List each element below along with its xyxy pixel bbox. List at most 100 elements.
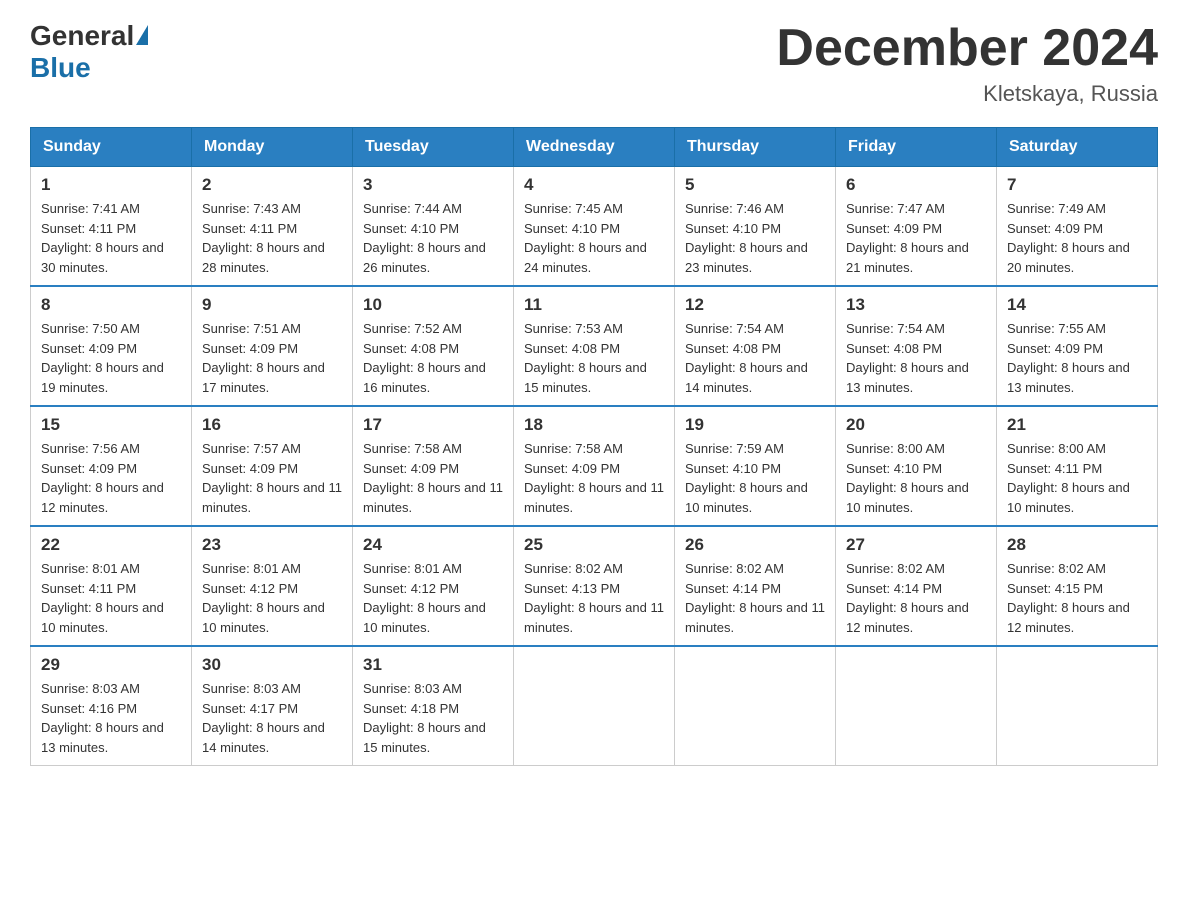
table-row: 1 Sunrise: 7:41 AM Sunset: 4:11 PM Dayli… xyxy=(31,167,192,287)
table-row: 14 Sunrise: 7:55 AM Sunset: 4:09 PM Dayl… xyxy=(997,286,1158,406)
logo-general-text: General xyxy=(30,20,134,52)
day-number: 29 xyxy=(41,655,181,675)
title-section: December 2024 Kletskaya, Russia xyxy=(776,20,1158,107)
calendar-week-row: 29 Sunrise: 8:03 AM Sunset: 4:16 PM Dayl… xyxy=(31,646,1158,766)
col-header-friday: Friday xyxy=(836,128,997,167)
day-info: Sunrise: 7:54 AM Sunset: 4:08 PM Dayligh… xyxy=(846,319,986,397)
col-header-saturday: Saturday xyxy=(997,128,1158,167)
table-row: 22 Sunrise: 8:01 AM Sunset: 4:11 PM Dayl… xyxy=(31,526,192,646)
day-number: 18 xyxy=(524,415,664,435)
table-row: 13 Sunrise: 7:54 AM Sunset: 4:08 PM Dayl… xyxy=(836,286,997,406)
day-info: Sunrise: 7:49 AM Sunset: 4:09 PM Dayligh… xyxy=(1007,199,1147,277)
logo: General Blue xyxy=(30,20,148,84)
col-header-wednesday: Wednesday xyxy=(514,128,675,167)
table-row: 12 Sunrise: 7:54 AM Sunset: 4:08 PM Dayl… xyxy=(675,286,836,406)
day-info: Sunrise: 8:01 AM Sunset: 4:12 PM Dayligh… xyxy=(202,559,342,637)
day-info: Sunrise: 7:59 AM Sunset: 4:10 PM Dayligh… xyxy=(685,439,825,517)
day-info: Sunrise: 8:02 AM Sunset: 4:14 PM Dayligh… xyxy=(685,559,825,637)
table-row: 31 Sunrise: 8:03 AM Sunset: 4:18 PM Dayl… xyxy=(353,646,514,766)
day-info: Sunrise: 7:57 AM Sunset: 4:09 PM Dayligh… xyxy=(202,439,342,517)
day-info: Sunrise: 8:03 AM Sunset: 4:17 PM Dayligh… xyxy=(202,679,342,757)
table-row xyxy=(997,646,1158,766)
table-row: 10 Sunrise: 7:52 AM Sunset: 4:08 PM Dayl… xyxy=(353,286,514,406)
table-row: 7 Sunrise: 7:49 AM Sunset: 4:09 PM Dayli… xyxy=(997,167,1158,287)
table-row xyxy=(675,646,836,766)
day-number: 9 xyxy=(202,295,342,315)
day-number: 17 xyxy=(363,415,503,435)
day-info: Sunrise: 8:02 AM Sunset: 4:13 PM Dayligh… xyxy=(524,559,664,637)
table-row: 29 Sunrise: 8:03 AM Sunset: 4:16 PM Dayl… xyxy=(31,646,192,766)
calendar-week-row: 22 Sunrise: 8:01 AM Sunset: 4:11 PM Dayl… xyxy=(31,526,1158,646)
day-info: Sunrise: 7:52 AM Sunset: 4:08 PM Dayligh… xyxy=(363,319,503,397)
day-info: Sunrise: 7:56 AM Sunset: 4:09 PM Dayligh… xyxy=(41,439,181,517)
table-row: 24 Sunrise: 8:01 AM Sunset: 4:12 PM Dayl… xyxy=(353,526,514,646)
day-number: 6 xyxy=(846,175,986,195)
day-info: Sunrise: 8:03 AM Sunset: 4:16 PM Dayligh… xyxy=(41,679,181,757)
day-number: 2 xyxy=(202,175,342,195)
month-title: December 2024 xyxy=(776,20,1158,77)
day-number: 3 xyxy=(363,175,503,195)
day-number: 15 xyxy=(41,415,181,435)
day-number: 25 xyxy=(524,535,664,555)
day-info: Sunrise: 8:01 AM Sunset: 4:11 PM Dayligh… xyxy=(41,559,181,637)
logo-triangle-icon xyxy=(136,25,148,45)
day-number: 30 xyxy=(202,655,342,675)
day-number: 24 xyxy=(363,535,503,555)
table-row: 23 Sunrise: 8:01 AM Sunset: 4:12 PM Dayl… xyxy=(192,526,353,646)
table-row: 27 Sunrise: 8:02 AM Sunset: 4:14 PM Dayl… xyxy=(836,526,997,646)
day-number: 19 xyxy=(685,415,825,435)
day-number: 23 xyxy=(202,535,342,555)
table-row: 6 Sunrise: 7:47 AM Sunset: 4:09 PM Dayli… xyxy=(836,167,997,287)
day-number: 20 xyxy=(846,415,986,435)
table-row: 20 Sunrise: 8:00 AM Sunset: 4:10 PM Dayl… xyxy=(836,406,997,526)
day-info: Sunrise: 8:00 AM Sunset: 4:10 PM Dayligh… xyxy=(846,439,986,517)
table-row: 4 Sunrise: 7:45 AM Sunset: 4:10 PM Dayli… xyxy=(514,167,675,287)
table-row: 11 Sunrise: 7:53 AM Sunset: 4:08 PM Dayl… xyxy=(514,286,675,406)
day-info: Sunrise: 8:03 AM Sunset: 4:18 PM Dayligh… xyxy=(363,679,503,757)
day-number: 10 xyxy=(363,295,503,315)
table-row: 19 Sunrise: 7:59 AM Sunset: 4:10 PM Dayl… xyxy=(675,406,836,526)
table-row xyxy=(514,646,675,766)
col-header-monday: Monday xyxy=(192,128,353,167)
day-info: Sunrise: 7:47 AM Sunset: 4:09 PM Dayligh… xyxy=(846,199,986,277)
day-number: 13 xyxy=(846,295,986,315)
col-header-thursday: Thursday xyxy=(675,128,836,167)
table-row: 26 Sunrise: 8:02 AM Sunset: 4:14 PM Dayl… xyxy=(675,526,836,646)
table-row: 30 Sunrise: 8:03 AM Sunset: 4:17 PM Dayl… xyxy=(192,646,353,766)
table-row: 9 Sunrise: 7:51 AM Sunset: 4:09 PM Dayli… xyxy=(192,286,353,406)
day-info: Sunrise: 7:54 AM Sunset: 4:08 PM Dayligh… xyxy=(685,319,825,397)
location-title: Kletskaya, Russia xyxy=(776,81,1158,107)
day-info: Sunrise: 7:50 AM Sunset: 4:09 PM Dayligh… xyxy=(41,319,181,397)
day-number: 1 xyxy=(41,175,181,195)
day-number: 26 xyxy=(685,535,825,555)
day-number: 7 xyxy=(1007,175,1147,195)
day-number: 8 xyxy=(41,295,181,315)
calendar-header: SundayMondayTuesdayWednesdayThursdayFrid… xyxy=(31,128,1158,167)
day-info: Sunrise: 7:46 AM Sunset: 4:10 PM Dayligh… xyxy=(685,199,825,277)
day-number: 31 xyxy=(363,655,503,675)
calendar-week-row: 1 Sunrise: 7:41 AM Sunset: 4:11 PM Dayli… xyxy=(31,167,1158,287)
day-info: Sunrise: 7:51 AM Sunset: 4:09 PM Dayligh… xyxy=(202,319,342,397)
table-row: 16 Sunrise: 7:57 AM Sunset: 4:09 PM Dayl… xyxy=(192,406,353,526)
day-info: Sunrise: 7:55 AM Sunset: 4:09 PM Dayligh… xyxy=(1007,319,1147,397)
day-info: Sunrise: 8:02 AM Sunset: 4:15 PM Dayligh… xyxy=(1007,559,1147,637)
table-row xyxy=(836,646,997,766)
col-header-tuesday: Tuesday xyxy=(353,128,514,167)
calendar-table: SundayMondayTuesdayWednesdayThursdayFrid… xyxy=(30,127,1158,766)
page-header: General Blue December 2024 Kletskaya, Ru… xyxy=(30,20,1158,107)
day-number: 22 xyxy=(41,535,181,555)
day-info: Sunrise: 7:44 AM Sunset: 4:10 PM Dayligh… xyxy=(363,199,503,277)
col-header-sunday: Sunday xyxy=(31,128,192,167)
table-row: 21 Sunrise: 8:00 AM Sunset: 4:11 PM Dayl… xyxy=(997,406,1158,526)
day-number: 14 xyxy=(1007,295,1147,315)
table-row: 18 Sunrise: 7:58 AM Sunset: 4:09 PM Dayl… xyxy=(514,406,675,526)
table-row: 15 Sunrise: 7:56 AM Sunset: 4:09 PM Dayl… xyxy=(31,406,192,526)
table-row: 17 Sunrise: 7:58 AM Sunset: 4:09 PM Dayl… xyxy=(353,406,514,526)
table-row: 2 Sunrise: 7:43 AM Sunset: 4:11 PM Dayli… xyxy=(192,167,353,287)
day-info: Sunrise: 7:58 AM Sunset: 4:09 PM Dayligh… xyxy=(524,439,664,517)
calendar-week-row: 15 Sunrise: 7:56 AM Sunset: 4:09 PM Dayl… xyxy=(31,406,1158,526)
day-info: Sunrise: 7:45 AM Sunset: 4:10 PM Dayligh… xyxy=(524,199,664,277)
logo-blue-text: Blue xyxy=(30,52,148,84)
day-number: 4 xyxy=(524,175,664,195)
calendar-week-row: 8 Sunrise: 7:50 AM Sunset: 4:09 PM Dayli… xyxy=(31,286,1158,406)
